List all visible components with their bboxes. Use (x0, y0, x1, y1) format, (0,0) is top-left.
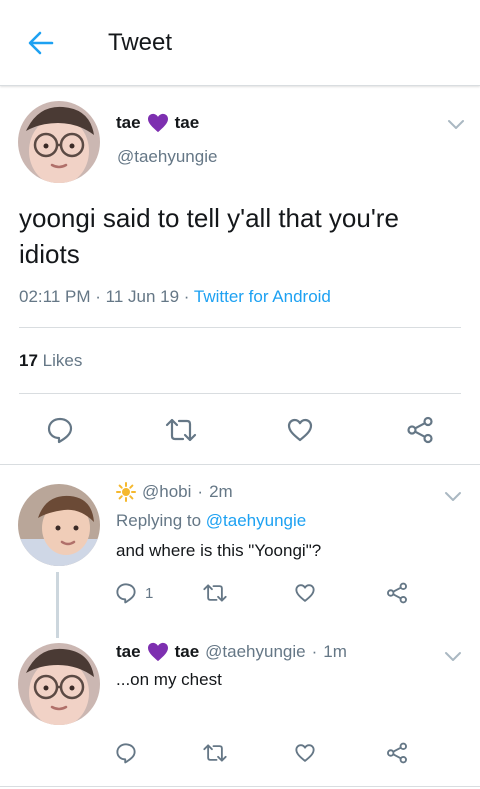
reply-handle[interactable]: @taehyungie (205, 642, 305, 662)
reply-icon (47, 417, 73, 444)
retweet-button[interactable] (164, 416, 198, 444)
replying-to-label: Replying to (116, 511, 202, 530)
thread-connector (56, 572, 59, 638)
divider (0, 464, 480, 465)
avatar[interactable] (18, 643, 100, 725)
reply-header: @hobi · 2m (116, 482, 233, 502)
page-title: Tweet (108, 29, 173, 56)
author-name-part2: tae (174, 113, 200, 132)
avatar-image (18, 101, 100, 183)
purple-heart-icon (147, 113, 168, 133)
tweet-text: yoongi said to tell y'all that you're id… (19, 203, 399, 269)
avatar-image (18, 643, 100, 725)
retweet-button[interactable] (202, 742, 228, 764)
retweet-icon (203, 744, 227, 762)
back-arrow-icon (28, 31, 54, 55)
chevron-down-icon[interactable] (442, 645, 464, 667)
retweet-icon (203, 584, 227, 602)
reply-count: 1 (145, 584, 154, 602)
like-button[interactable] (294, 742, 316, 764)
likes-stat[interactable]: 17 Likes (19, 351, 82, 371)
tweet-date: 11 Jun 19 (105, 287, 180, 306)
like-button[interactable] (286, 416, 314, 444)
reply-time: 1m (323, 642, 347, 661)
like-button[interactable] (294, 582, 316, 604)
replying-to: Replying to @taehyungie (116, 511, 306, 531)
share-button[interactable] (386, 582, 408, 604)
retweet-icon (165, 418, 197, 442)
author-name-part1: tae (116, 113, 141, 132)
reply-button[interactable]: 1 (115, 582, 153, 604)
reply-button[interactable] (115, 742, 137, 764)
reply-icon (116, 743, 136, 764)
reply-handle[interactable]: @hobi (142, 482, 191, 502)
tweet-source-link[interactable]: Twitter for Android (194, 287, 331, 306)
avatar[interactable] (18, 484, 100, 566)
like-icon (287, 418, 313, 442)
reply-text: and where is this "Yoongi"? (116, 541, 322, 560)
divider (0, 786, 480, 787)
reply-time: 2m (209, 482, 233, 501)
back-button[interactable] (24, 26, 58, 60)
tweet-meta: 02:11 PM · 11 Jun 19 · Twitter for Andro… (19, 287, 331, 307)
like-icon (295, 744, 315, 762)
likes-count: 17 (19, 351, 38, 370)
sun-icon (116, 482, 136, 502)
chevron-down-icon[interactable] (445, 113, 467, 135)
share-icon (407, 416, 433, 444)
meta-separator: · (197, 482, 204, 501)
author-name-part2[interactable]: tae (175, 642, 200, 662)
top-bar: Tweet (0, 0, 480, 86)
divider (19, 327, 461, 328)
reply-header: tae tae @taehyungie · 1m (116, 642, 347, 662)
share-icon (387, 742, 407, 764)
likes-label: Likes (42, 351, 83, 370)
avatar[interactable] (18, 101, 100, 183)
avatar-image (18, 484, 100, 566)
reply-text: ...on my chest (116, 670, 222, 689)
share-button[interactable] (406, 416, 434, 444)
meta-separator: · (95, 287, 106, 306)
author-name[interactable]: tae tae (116, 113, 199, 133)
author-name-part1[interactable]: tae (116, 642, 141, 662)
retweet-button[interactable] (202, 582, 228, 604)
meta-separator: · (311, 642, 318, 661)
purple-heart-icon (147, 642, 168, 662)
tweet-time: 02:11 PM (19, 287, 91, 306)
divider (19, 393, 461, 394)
like-icon (295, 584, 315, 602)
share-button[interactable] (386, 742, 408, 764)
reply-icon (116, 583, 136, 604)
author-handle[interactable]: @taehyungie (117, 147, 217, 167)
chevron-down-icon[interactable] (442, 485, 464, 507)
reply-button[interactable] (46, 416, 74, 444)
meta-separator: · (183, 287, 194, 306)
share-icon (387, 582, 407, 604)
replying-to-handle[interactable]: @taehyungie (206, 511, 306, 530)
